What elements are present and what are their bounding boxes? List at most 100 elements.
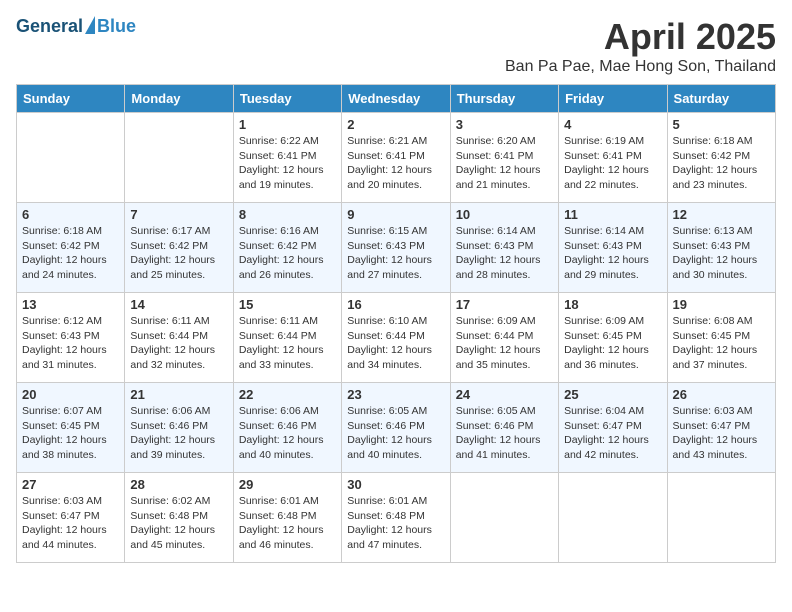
daylight-text: Daylight: 12 hours and 39 minutes. xyxy=(130,433,227,462)
day-number: 27 xyxy=(22,477,119,492)
day-number: 16 xyxy=(347,297,444,312)
calendar-cell: 7Sunrise: 6:17 AMSunset: 6:42 PMDaylight… xyxy=(125,203,233,293)
calendar-week-row: 20Sunrise: 6:07 AMSunset: 6:45 PMDayligh… xyxy=(17,383,776,473)
calendar-cell: 8Sunrise: 6:16 AMSunset: 6:42 PMDaylight… xyxy=(233,203,341,293)
daylight-text: Daylight: 12 hours and 38 minutes. xyxy=(22,433,119,462)
sunset-text: Sunset: 6:42 PM xyxy=(673,149,770,164)
calendar-cell: 11Sunrise: 6:14 AMSunset: 6:43 PMDayligh… xyxy=(559,203,667,293)
sunrise-text: Sunrise: 6:07 AM xyxy=(22,404,119,419)
day-info: Sunrise: 6:19 AMSunset: 6:41 PMDaylight:… xyxy=(564,134,661,193)
sunrise-text: Sunrise: 6:14 AM xyxy=(564,224,661,239)
day-info: Sunrise: 6:15 AMSunset: 6:43 PMDaylight:… xyxy=(347,224,444,283)
sunset-text: Sunset: 6:41 PM xyxy=(456,149,553,164)
sunset-text: Sunset: 6:47 PM xyxy=(22,509,119,524)
daylight-text: Daylight: 12 hours and 26 minutes. xyxy=(239,253,336,282)
sunrise-text: Sunrise: 6:09 AM xyxy=(456,314,553,329)
calendar-cell: 1Sunrise: 6:22 AMSunset: 6:41 PMDaylight… xyxy=(233,113,341,203)
daylight-text: Daylight: 12 hours and 23 minutes. xyxy=(673,163,770,192)
sunrise-text: Sunrise: 6:20 AM xyxy=(456,134,553,149)
calendar-cell: 26Sunrise: 6:03 AMSunset: 6:47 PMDayligh… xyxy=(667,383,775,473)
day-info: Sunrise: 6:21 AMSunset: 6:41 PMDaylight:… xyxy=(347,134,444,193)
day-number: 26 xyxy=(673,387,770,402)
day-number: 20 xyxy=(22,387,119,402)
day-info: Sunrise: 6:17 AMSunset: 6:42 PMDaylight:… xyxy=(130,224,227,283)
sunrise-text: Sunrise: 6:03 AM xyxy=(673,404,770,419)
sunset-text: Sunset: 6:45 PM xyxy=(22,419,119,434)
day-info: Sunrise: 6:14 AMSunset: 6:43 PMDaylight:… xyxy=(456,224,553,283)
day-number: 15 xyxy=(239,297,336,312)
sunrise-text: Sunrise: 6:17 AM xyxy=(130,224,227,239)
day-info: Sunrise: 6:04 AMSunset: 6:47 PMDaylight:… xyxy=(564,404,661,463)
sunrise-text: Sunrise: 6:15 AM xyxy=(347,224,444,239)
sunrise-text: Sunrise: 6:06 AM xyxy=(130,404,227,419)
calendar-cell: 28Sunrise: 6:02 AMSunset: 6:48 PMDayligh… xyxy=(125,473,233,563)
sunset-text: Sunset: 6:43 PM xyxy=(347,239,444,254)
sunrise-text: Sunrise: 6:06 AM xyxy=(239,404,336,419)
calendar-cell: 16Sunrise: 6:10 AMSunset: 6:44 PMDayligh… xyxy=(342,293,450,383)
sunrise-text: Sunrise: 6:19 AM xyxy=(564,134,661,149)
sunset-text: Sunset: 6:48 PM xyxy=(347,509,444,524)
day-info: Sunrise: 6:09 AMSunset: 6:44 PMDaylight:… xyxy=(456,314,553,373)
weekday-header-wednesday: Wednesday xyxy=(342,85,450,113)
sunset-text: Sunset: 6:46 PM xyxy=(130,419,227,434)
sunset-text: Sunset: 6:44 PM xyxy=(130,329,227,344)
day-info: Sunrise: 6:14 AMSunset: 6:43 PMDaylight:… xyxy=(564,224,661,283)
calendar-cell: 2Sunrise: 6:21 AMSunset: 6:41 PMDaylight… xyxy=(342,113,450,203)
sunset-text: Sunset: 6:45 PM xyxy=(564,329,661,344)
sunrise-text: Sunrise: 6:05 AM xyxy=(456,404,553,419)
day-number: 19 xyxy=(673,297,770,312)
calendar-cell: 27 Sunrise: 6:03 AMSunset: 6:47 PMDayligh… xyxy=(17,473,125,563)
daylight-text: Daylight: 12 hours and 29 minutes. xyxy=(564,253,661,282)
calendar-cell: 14Sunrise: 6:11 AMSunset: 6:44 PMDayligh… xyxy=(125,293,233,383)
daylight-text: Daylight: 12 hours and 19 minutes. xyxy=(239,163,336,192)
calendar-cell: 23Sunrise: 6:05 AMSunset: 6:46 PMDayligh… xyxy=(342,383,450,473)
daylight-text: Daylight: 12 hours and 42 minutes. xyxy=(564,433,661,462)
day-number: 28 xyxy=(130,477,227,492)
daylight-text: Daylight: 12 hours and 35 minutes. xyxy=(456,343,553,372)
day-number: 3 xyxy=(456,117,553,132)
daylight-text: Daylight: 12 hours and 28 minutes. xyxy=(456,253,553,282)
weekday-header-thursday: Thursday xyxy=(450,85,558,113)
weekday-header-friday: Friday xyxy=(559,85,667,113)
day-number: 18 xyxy=(564,297,661,312)
logo-triangle-icon xyxy=(85,16,95,34)
page-header: General Blue April 2025 Ban Pa Pae, Mae … xyxy=(16,16,776,76)
day-info: Sunrise: 6:09 AMSunset: 6:45 PMDaylight:… xyxy=(564,314,661,373)
calendar-cell: 3 Sunrise: 6:20 AMSunset: 6:41 PMDaylight… xyxy=(450,113,558,203)
day-number: 4 xyxy=(564,117,661,132)
daylight-text: Daylight: 12 hours and 33 minutes. xyxy=(239,343,336,372)
daylight-text: Daylight: 12 hours and 21 minutes. xyxy=(456,163,553,192)
sunrise-text: Sunrise: 6:01 AM xyxy=(347,494,444,509)
day-number: 12 xyxy=(673,207,770,222)
sunrise-text: Sunrise: 6:02 AM xyxy=(130,494,227,509)
day-info: Sunrise: 6:01 AMSunset: 6:48 PMDaylight:… xyxy=(347,494,444,553)
calendar-cell: 5Sunrise: 6:18 AMSunset: 6:42 PMDaylight… xyxy=(667,113,775,203)
sunset-text: Sunset: 6:44 PM xyxy=(347,329,444,344)
calendar-cell: 4 Sunrise: 6:19 AMSunset: 6:41 PMDaylight… xyxy=(559,113,667,203)
day-number: 23 xyxy=(347,387,444,402)
calendar-cell: 13Sunrise: 6:12 AMSunset: 6:43 PMDayligh… xyxy=(17,293,125,383)
day-number: 30 xyxy=(347,477,444,492)
day-number: 25 xyxy=(564,387,661,402)
calendar-week-row: 13Sunrise: 6:12 AMSunset: 6:43 PMDayligh… xyxy=(17,293,776,383)
day-info: Sunrise: 6:18 AMSunset: 6:42 PMDaylight:… xyxy=(22,224,119,283)
logo-blue-text: Blue xyxy=(97,16,136,37)
calendar-cell: 25 Sunrise: 6:04 AMSunset: 6:47 PMDayligh… xyxy=(559,383,667,473)
sunrise-text: Sunrise: 6:03 AM xyxy=(22,494,119,509)
day-info: Sunrise: 6:03 AMSunset: 6:47 PMDaylight:… xyxy=(22,494,119,553)
calendar-cell: 21Sunrise: 6:06 AMSunset: 6:46 PMDayligh… xyxy=(125,383,233,473)
calendar-cell xyxy=(450,473,558,563)
day-number: 6 xyxy=(22,207,119,222)
day-number: 29 xyxy=(239,477,336,492)
calendar-cell: 22Sunrise: 6:06 AMSunset: 6:46 PMDayligh… xyxy=(233,383,341,473)
daylight-text: Daylight: 12 hours and 24 minutes. xyxy=(22,253,119,282)
sunrise-text: Sunrise: 6:21 AM xyxy=(347,134,444,149)
sunset-text: Sunset: 6:41 PM xyxy=(239,149,336,164)
daylight-text: Daylight: 12 hours and 22 minutes. xyxy=(564,163,661,192)
calendar-cell: 15Sunrise: 6:11 AMSunset: 6:44 PMDayligh… xyxy=(233,293,341,383)
daylight-text: Daylight: 12 hours and 43 minutes. xyxy=(673,433,770,462)
sunset-text: Sunset: 6:43 PM xyxy=(22,329,119,344)
sunrise-text: Sunrise: 6:16 AM xyxy=(239,224,336,239)
day-info: Sunrise: 6:20 AMSunset: 6:41 PMDaylight:… xyxy=(456,134,553,193)
calendar-week-row: 1Sunrise: 6:22 AMSunset: 6:41 PMDaylight… xyxy=(17,113,776,203)
